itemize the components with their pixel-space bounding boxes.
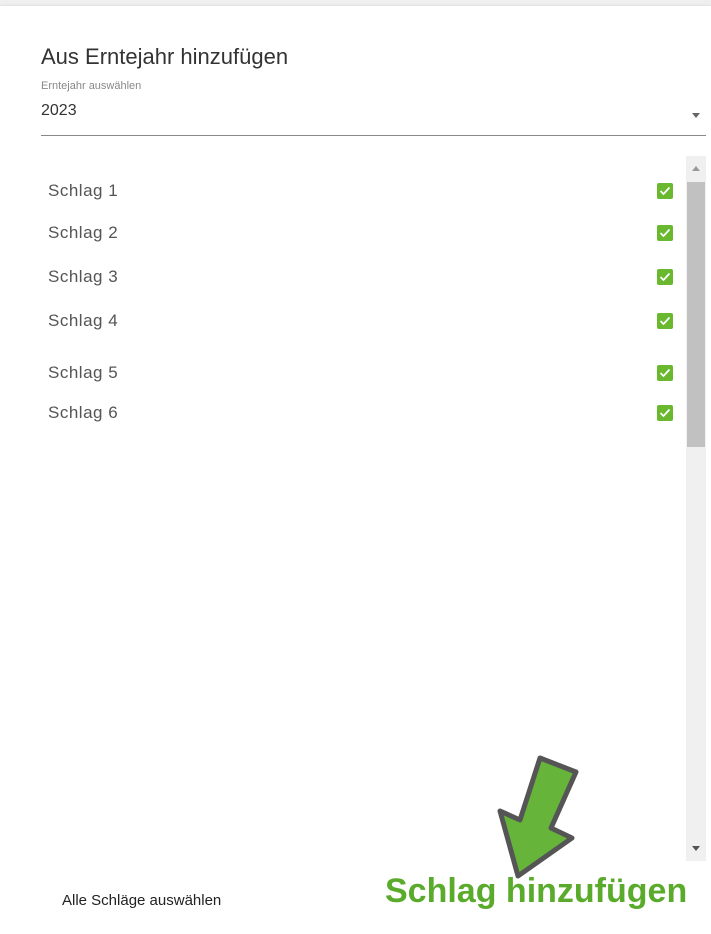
list-item[interactable]: Schlag 6 (0, 396, 680, 430)
plot-checkbox[interactable] (657, 313, 673, 329)
list-item[interactable]: Schlag 2 (0, 216, 680, 250)
dialog-title: Aus Erntejahr hinzufügen (41, 44, 289, 69)
plot-label: Schlag 5 (48, 363, 119, 382)
add-plot-button[interactable]: Schlag hinzufügen (385, 872, 687, 911)
list-item[interactable]: Schlag 4 (0, 304, 680, 338)
plot-label: Schlag 1 (48, 181, 119, 200)
scroll-down-icon[interactable] (692, 846, 700, 851)
plot-checkbox[interactable] (657, 183, 673, 199)
plot-label: Schlag 4 (48, 311, 119, 330)
scroll-up-icon[interactable] (692, 166, 700, 171)
caret-down-icon[interactable] (692, 113, 700, 118)
add-from-harvest-year-dialog: Aus Erntejahr hinzufügen Erntejahr auswä… (0, 6, 711, 934)
list-item[interactable]: Schlag 5 (0, 356, 680, 390)
plot-checkbox[interactable] (657, 365, 673, 381)
select-all-button[interactable]: Alle Schläge auswählen (62, 892, 221, 909)
scrollbar-thumb[interactable] (687, 182, 705, 447)
harvest-year-select-label: Erntejahr auswählen (41, 80, 142, 92)
list-scrollbar[interactable] (686, 156, 706, 861)
plot-label: Schlag 6 (48, 403, 119, 422)
check-icon (659, 316, 671, 326)
plot-list: Schlag 1 Schlag 2 Schlag 3 Schlag 4 Schl… (0, 156, 711, 861)
check-icon (659, 228, 671, 238)
harvest-year-select-value: 2023 (41, 102, 77, 119)
plot-label: Schlag 2 (48, 223, 119, 242)
list-item[interactable]: Schlag 3 (0, 260, 680, 294)
plot-checkbox[interactable] (657, 269, 673, 285)
check-icon (659, 272, 671, 282)
list-item[interactable]: Schlag 1 (0, 174, 680, 208)
arrow-down-icon (497, 755, 579, 879)
check-icon (659, 186, 671, 196)
plot-checkbox[interactable] (657, 225, 673, 241)
harvest-year-select[interactable]: Erntejahr auswählen 2023 (41, 80, 706, 136)
check-icon (659, 408, 671, 418)
plot-label: Schlag 3 (48, 267, 119, 286)
check-icon (659, 368, 671, 378)
plot-checkbox[interactable] (657, 405, 673, 421)
